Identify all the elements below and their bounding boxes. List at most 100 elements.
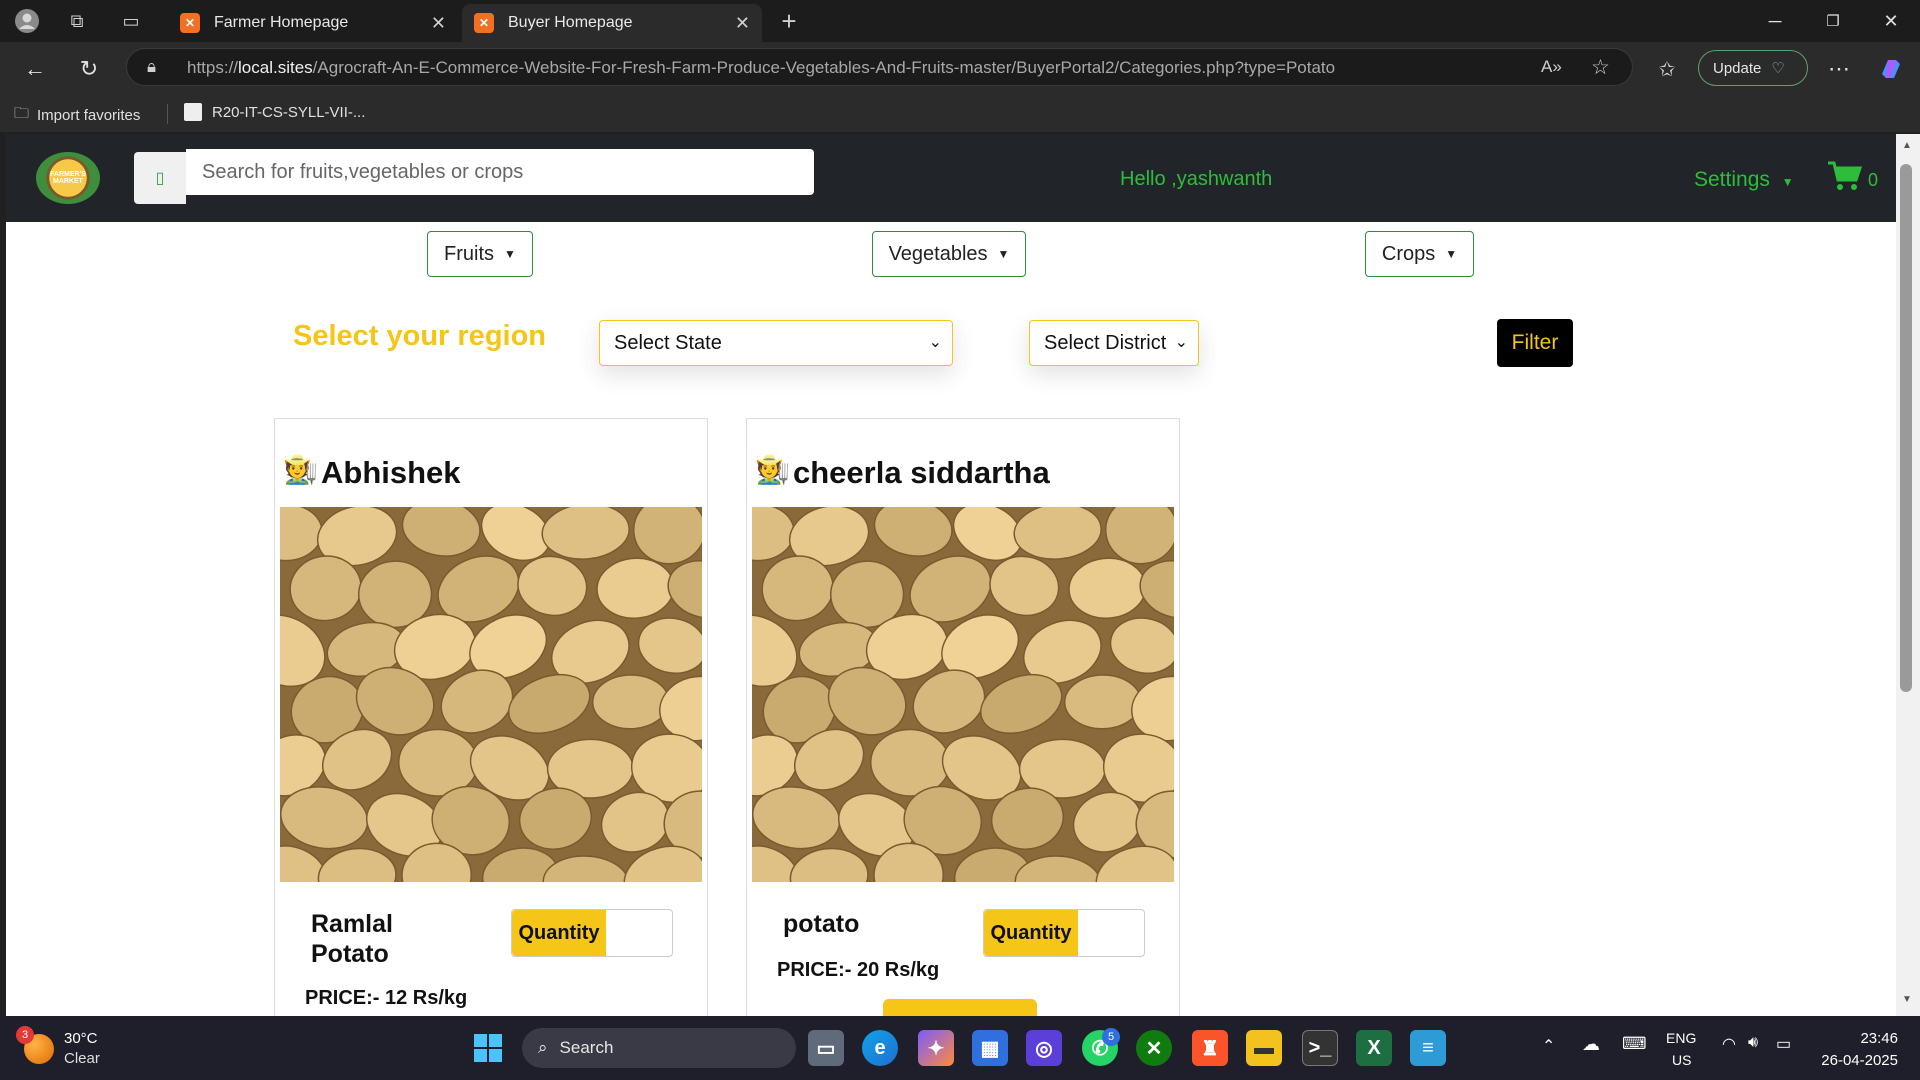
- store-icon[interactable]: ▦: [972, 1030, 1008, 1066]
- tab-farmer-homepage[interactable]: ✕ Farmer Homepage ✕: [168, 4, 458, 42]
- district-select-value: Select District: [1044, 331, 1167, 354]
- xbox-icon[interactable]: ✕: [1136, 1030, 1172, 1066]
- favorite-star-icon[interactable]: ☆: [1591, 55, 1610, 80]
- region-label: Select your region: [293, 320, 547, 352]
- heart-pulse-icon: ♡: [1771, 60, 1785, 77]
- weather-condition: Clear: [64, 1050, 100, 1067]
- scroll-up-icon[interactable]: ▲: [1902, 140, 1912, 151]
- weather-badge: 3: [16, 1026, 34, 1044]
- navigation-bar: ← ↻ 🔒︎ https://local.sites/Agrocraft-An-…: [0, 42, 1920, 94]
- search-icon: ⌕: [538, 1038, 548, 1057]
- weather-temperature: 30°C: [64, 1030, 98, 1047]
- caret-down-icon: ▼: [997, 247, 1010, 261]
- product-image[interactable]: [752, 507, 1174, 882]
- document-icon: [184, 103, 202, 121]
- search-icon: ▯: [155, 170, 165, 187]
- edge-icon[interactable]: e: [862, 1030, 898, 1066]
- page-viewport: FARMER'S MARKET ▯ Hello ,yashwanth Setti…: [6, 134, 1896, 1016]
- farmer-name: Abhishek: [321, 455, 461, 490]
- app-icon[interactable]: ◎: [1026, 1030, 1062, 1066]
- caret-down-icon: ▼: [1445, 247, 1458, 261]
- more-menu-icon[interactable]: ⋯: [1824, 54, 1854, 84]
- district-select[interactable]: Select District ⌄: [1029, 320, 1199, 366]
- close-icon[interactable]: ✕: [735, 13, 750, 34]
- chevron-up-icon[interactable]: ⌃: [1542, 1036, 1555, 1056]
- whatsapp-badge: 5: [1102, 1028, 1120, 1046]
- farmers-market-logo[interactable]: FARMER'S MARKET: [36, 152, 100, 204]
- search-input[interactable]: [186, 149, 814, 195]
- search-button[interactable]: ▯: [134, 152, 186, 204]
- crops-dropdown[interactable]: Crops ▼: [1365, 231, 1474, 277]
- restore-icon[interactable]: ❐: [1806, 6, 1860, 36]
- minimize-icon[interactable]: ─: [1748, 6, 1802, 36]
- tab-title: Buyer Homepage: [508, 14, 633, 31]
- taskbar-search[interactable]: ⌕ Search: [522, 1028, 796, 1068]
- refresh-icon[interactable]: ↻: [74, 54, 104, 84]
- task-view-icon[interactable]: ▭: [808, 1030, 844, 1066]
- tab-title: Farmer Homepage: [214, 14, 349, 31]
- farmer-name: cheerla siddartha: [793, 455, 1050, 490]
- product-card: 🧑‍🌾 cheerla siddartha potato Quantity PR…: [746, 418, 1180, 1016]
- caret-down-icon: ▼: [1781, 175, 1794, 189]
- back-icon[interactable]: ←: [20, 54, 50, 84]
- scroll-down-icon[interactable]: ▼: [1902, 994, 1912, 1005]
- address-bar[interactable]: 🔒︎ https://local.sites/Agrocraft-An-E-Co…: [126, 48, 1633, 86]
- wifi-icon[interactable]: ◠: [1722, 1034, 1736, 1054]
- language-top[interactable]: ENG: [1666, 1030, 1696, 1046]
- excel-icon[interactable]: X: [1356, 1030, 1392, 1066]
- favorite-syllabus-link[interactable]: R20-IT-CS-SYLL-VII-...: [184, 103, 365, 121]
- clock-time[interactable]: 23:46: [1826, 1030, 1898, 1047]
- onedrive-icon[interactable]: ☁: [1582, 1034, 1600, 1055]
- battery-icon[interactable]: ▭: [1776, 1034, 1791, 1054]
- xampp-icon: ✕: [474, 13, 494, 33]
- scrollbar-thumb[interactable]: [1900, 164, 1912, 692]
- start-icon[interactable]: [470, 1030, 506, 1066]
- volume-icon[interactable]: 🔊︎: [1748, 1034, 1758, 1052]
- browser-titlebar: ⧉ ▭ ✕ Farmer Homepage ✕ ✕ Buyer Homepage…: [0, 0, 1920, 42]
- tab-actions-icon[interactable]: ▭: [118, 8, 144, 34]
- lock-icon[interactable]: 🔒︎: [147, 57, 156, 77]
- tab-buyer-homepage[interactable]: ✕ Buyer Homepage ✕: [462, 4, 762, 42]
- window-close-icon[interactable]: ✕: [1864, 6, 1918, 36]
- read-aloud-icon[interactable]: A»: [1541, 57, 1562, 77]
- import-favorites-link[interactable]: 🗀 Import favorites: [14, 103, 140, 128]
- vegetables-dropdown[interactable]: Vegetables ▼: [872, 231, 1026, 277]
- copilot-app-icon[interactable]: ✦: [918, 1030, 954, 1066]
- product-image[interactable]: [280, 507, 702, 882]
- logo-text: FARMER'S MARKET: [50, 171, 86, 185]
- update-button[interactable]: Update ♡: [1698, 50, 1808, 86]
- buy-button[interactable]: [883, 999, 1037, 1016]
- workspaces-icon[interactable]: ⧉: [64, 8, 90, 34]
- product-name-line: potato: [783, 910, 860, 938]
- notepad-icon[interactable]: ≡: [1410, 1030, 1446, 1066]
- taskbar-search-label: Search: [559, 1038, 614, 1057]
- chevron-down-icon: ⌄: [928, 334, 942, 351]
- product-name: potato: [783, 909, 943, 939]
- terminal-icon[interactable]: >_: [1302, 1030, 1338, 1066]
- xampp-icon: ✕: [180, 13, 200, 33]
- url-text: https://local.sites/Agrocraft-An-E-Comme…: [187, 58, 1336, 77]
- keyboard-icon[interactable]: ⌨: [1622, 1034, 1647, 1054]
- windows-taskbar: 3 30°C Clear ⌕ Search ▭ e ✦ ▦ ◎ ✆ 5 ✕ ♜ …: [0, 1016, 1920, 1080]
- fruits-dropdown[interactable]: Fruits ▼: [427, 231, 533, 277]
- favorites-icon[interactable]: ✩: [1652, 54, 1682, 84]
- profile-icon[interactable]: [14, 8, 40, 34]
- state-select[interactable]: Select State ⌄: [599, 320, 953, 366]
- favorites-divider: [167, 104, 168, 124]
- new-tab-icon[interactable]: +: [776, 6, 802, 36]
- copilot-icon[interactable]: [1876, 54, 1906, 84]
- user-greeting: Hello ,yashwanth: [1120, 168, 1273, 190]
- filter-button[interactable]: Filter: [1497, 319, 1573, 367]
- quantity-input[interactable]: Quantity: [983, 909, 1145, 957]
- update-label: Update: [1713, 59, 1762, 77]
- quantity-input[interactable]: Quantity: [511, 909, 673, 957]
- crops-label: Crops: [1381, 242, 1436, 265]
- favorite-label: Import favorites: [37, 107, 141, 124]
- close-icon[interactable]: ✕: [431, 13, 446, 34]
- file-explorer-icon[interactable]: ▬: [1246, 1030, 1282, 1066]
- favorites-bar: 🗀 Import favorites R20-IT-CS-SYLL-VII-..…: [0, 94, 1920, 132]
- settings-dropdown[interactable]: Settings ▼: [1694, 168, 1794, 192]
- brave-icon[interactable]: ♜: [1192, 1030, 1228, 1066]
- product-price: PRICE:- 20 Rs/kg: [777, 959, 940, 981]
- cart-icon[interactable]: [1826, 160, 1863, 200]
